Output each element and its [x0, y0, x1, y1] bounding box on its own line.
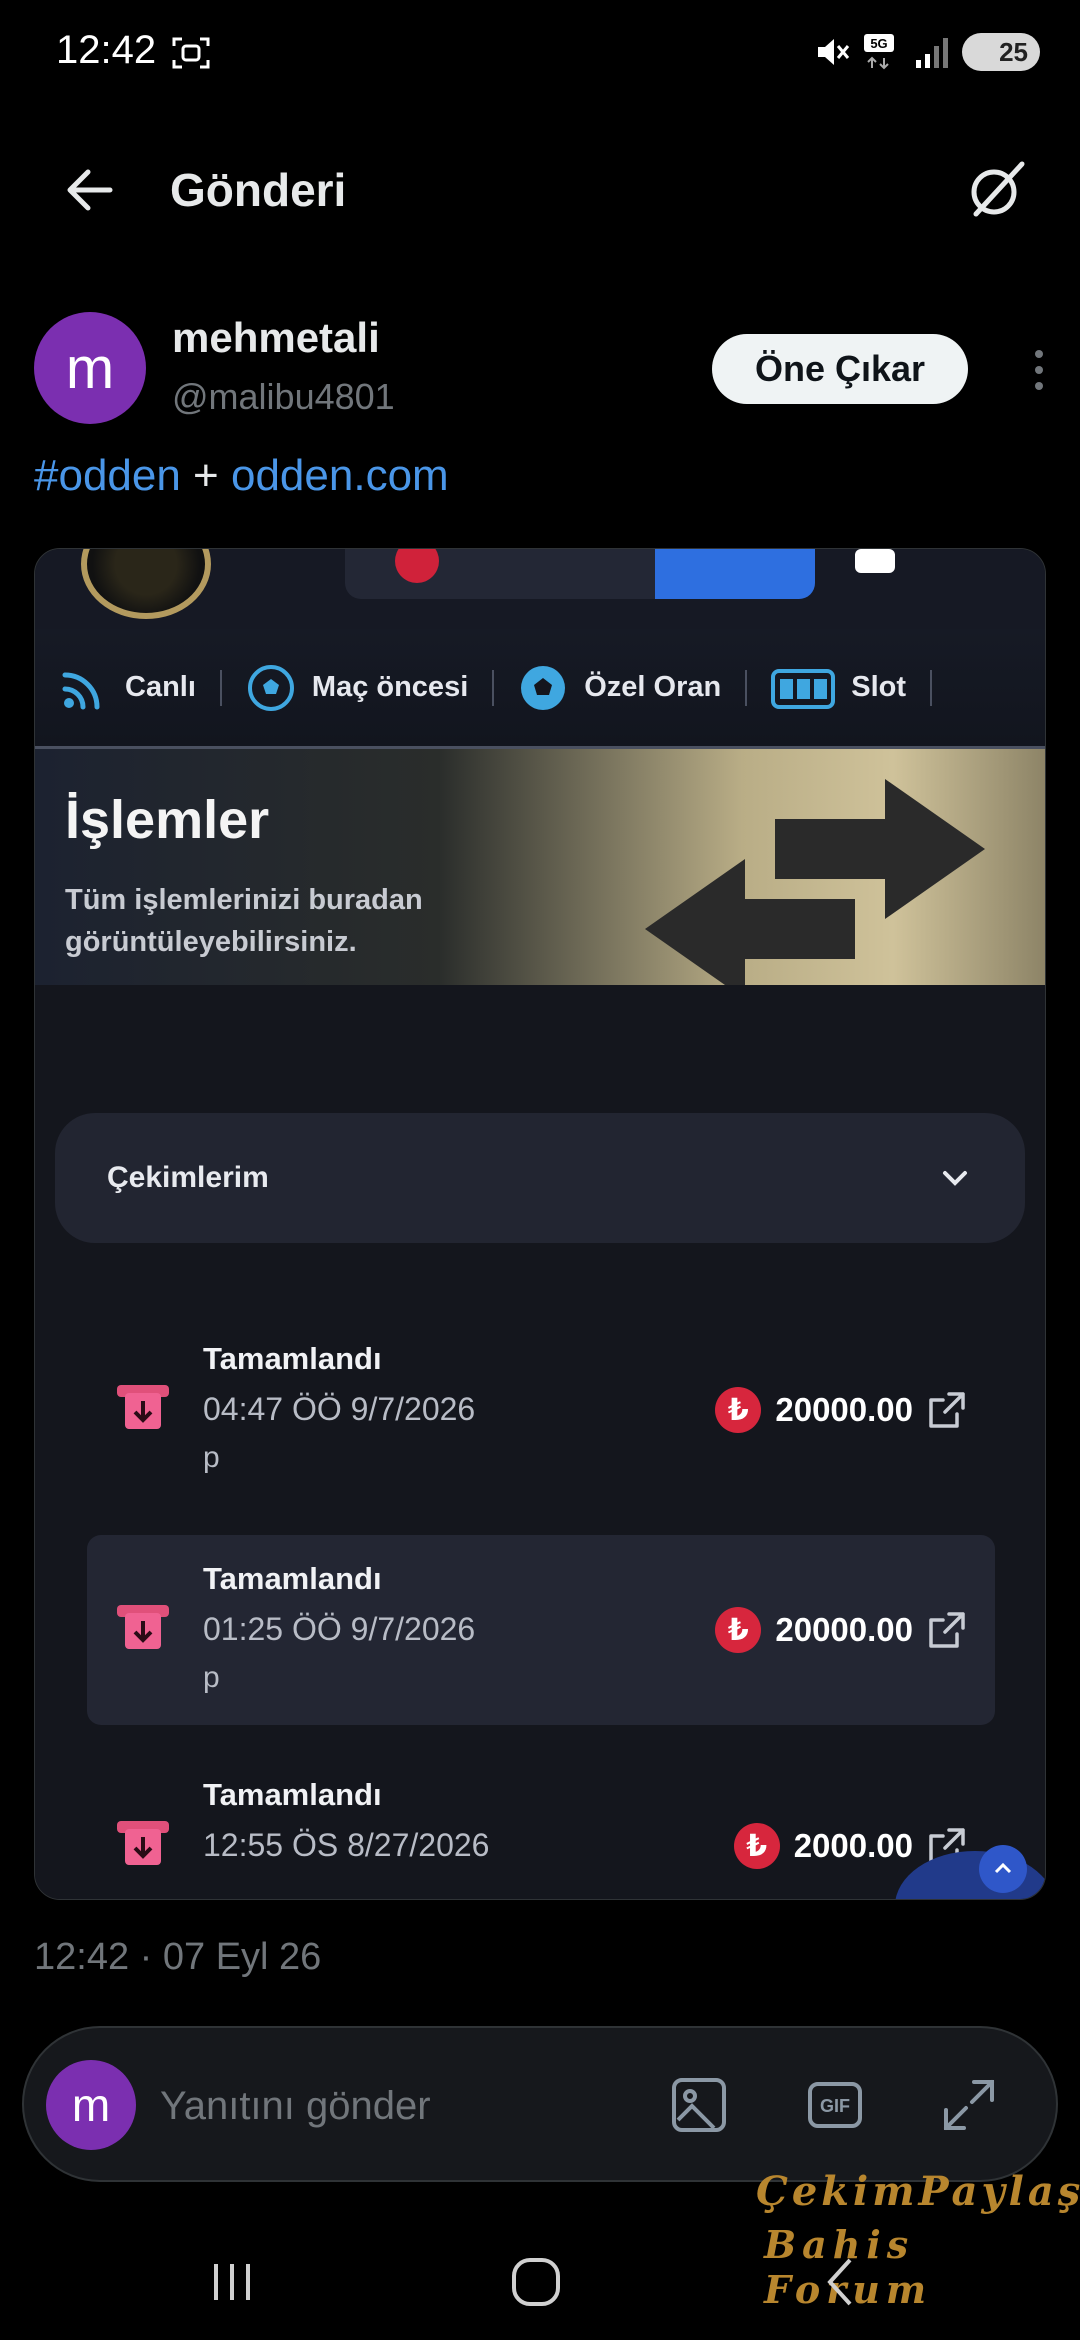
nav-label: Slot — [851, 671, 907, 703]
transaction-amount: 2000.00 — [793, 1827, 913, 1864]
screenshot-icon — [172, 37, 210, 69]
soccer-ball-icon — [247, 664, 294, 711]
expand-icon[interactable] — [938, 2074, 1000, 2136]
avatar[interactable]: m — [34, 312, 146, 424]
transactions-banner: İşlemler Tüm işlemlerinizi buradan görün… — [35, 749, 1045, 985]
roulette-logo — [81, 549, 211, 619]
home-icon[interactable] — [504, 2250, 568, 2314]
transaction-note: p — [203, 1441, 220, 1474]
external-link-icon — [929, 1392, 965, 1428]
transaction-date: 01:25 ÖÖ 9/7/2026 — [203, 1611, 476, 1647]
battery-level: 25 — [999, 36, 1028, 67]
app-header: Gönderi — [0, 130, 1080, 250]
withdrawals-section: Çekimlerim Tamamlandı 04:47 ÖÖ 9/7/2026 … — [35, 985, 1045, 1899]
post-image[interactable]: Canlı Maç öncesi Özel Oran Slot İşlemler… — [34, 548, 1046, 1900]
dropdown-label: Çekimlerim — [107, 1161, 269, 1194]
website-link[interactable]: odden.com — [231, 451, 449, 500]
transaction-note: p — [203, 1661, 220, 1694]
page-title: Gönderi — [170, 164, 347, 216]
more-options-icon[interactable] — [1032, 348, 1046, 392]
live-broadcast-icon — [62, 672, 100, 709]
system-nav-bar — [0, 2210, 1080, 2340]
post-timestamp: 12:42 · 07 Eyl 26 — [34, 1936, 322, 1978]
slot-machine-icon — [771, 668, 836, 709]
image-icon[interactable] — [668, 2074, 730, 2136]
watermark-line1: ÇekimPaylaş — [756, 2168, 1080, 2215]
author-handle[interactable]: @malibu4801 — [172, 376, 395, 418]
hashtag-link[interactable]: #odden — [34, 451, 181, 500]
site-nav: Canlı Maç öncesi Özel Oran Slot — [35, 629, 1045, 749]
transaction-row: Tamamlandı 04:47 ÖÖ 9/7/2026 p ₺ 20000.0… — [87, 1315, 995, 1505]
lira-icon: ₺ — [715, 1387, 762, 1433]
svg-text:GIF: GIF — [820, 2096, 850, 2116]
chevron-up-icon — [994, 1862, 1012, 1874]
reply-input[interactable] — [160, 2076, 620, 2136]
status-bar: 12:42 5G 25 — [0, 0, 1080, 110]
site-toggle — [855, 549, 895, 573]
nav-item-live: Canlı — [35, 629, 220, 746]
transaction-row: Tamamlandı 01:25 ÖÖ 9/7/2026 p ₺ 20000.0… — [87, 1535, 995, 1725]
banner-subtitle: Tüm işlemlerinizi buradan görüntüleyebil… — [65, 884, 423, 958]
nav-item-prematch: Maç öncesi — [222, 629, 492, 746]
deposit-button — [655, 549, 815, 599]
nav-label: Maç öncesi — [311, 671, 469, 703]
svg-text:5G: 5G — [870, 36, 887, 51]
grok-icon[interactable] — [964, 158, 1028, 222]
transaction-row: Tamamlandı 12:55 ÖS 8/27/2026 ₺ 2000.00 — [87, 1751, 995, 1899]
nav-item-special-odds: Özel Oran — [494, 629, 745, 746]
external-link-icon — [929, 1612, 965, 1648]
transaction-date: 12:55 ÖS 8/27/2026 — [203, 1827, 490, 1863]
nav-label: Özel Oran — [584, 671, 722, 703]
post-text-plus: + — [180, 451, 231, 500]
lira-icon: ₺ — [733, 1823, 780, 1869]
lira-icon: ₺ — [715, 1607, 762, 1653]
status-icons: 5G 25 — [812, 32, 1040, 72]
recent-apps-icon[interactable] — [200, 2250, 264, 2314]
transaction-amount-group: ₺ 20000.00 — [715, 1607, 967, 1653]
withdraw-icon — [117, 1821, 169, 1865]
banner-title: İşlemler — [65, 790, 270, 850]
chevron-down-icon — [943, 1171, 967, 1186]
transaction-amount-group: ₺ 20000.00 — [715, 1387, 967, 1433]
nav-item-slot: Slot — [747, 629, 930, 746]
withdraw-icon — [117, 1385, 169, 1429]
status-time: 12:42 — [56, 28, 157, 72]
author-name[interactable]: mehmetali — [172, 314, 380, 362]
reply-avatar: m — [46, 2060, 136, 2150]
soccer-ball-icon — [521, 665, 566, 710]
transaction-date: 04:47 ÖÖ 9/7/2026 — [203, 1391, 476, 1427]
promote-button[interactable]: Öne Çıkar — [712, 334, 968, 404]
site-topbar — [35, 549, 1045, 629]
withdraw-icon — [117, 1605, 169, 1649]
exchange-arrows-icon — [645, 779, 985, 985]
transaction-amount: 20000.00 — [775, 1391, 913, 1428]
network-5g-icon: 5G — [864, 34, 894, 70]
gif-icon[interactable]: GIF — [804, 2074, 866, 2136]
nav-label: Canlı — [125, 671, 196, 703]
post-text: #odden + odden.com — [34, 448, 449, 504]
signal-icon — [916, 38, 948, 68]
mute-icon — [818, 39, 850, 65]
back-nav-icon[interactable] — [810, 2250, 874, 2314]
battery-indicator: 25 — [962, 33, 1040, 71]
transaction-status: Tamamlandı — [203, 1341, 382, 1376]
transaction-status: Tamamlandı — [203, 1561, 382, 1596]
transaction-amount: 20000.00 — [775, 1611, 913, 1648]
transaction-status: Tamamlandı — [203, 1777, 382, 1812]
scroll-to-top-button — [979, 1845, 1027, 1893]
post-author: m mehmetali @malibu4801 Öne Çıkar — [0, 308, 1080, 438]
withdrawals-dropdown: Çekimlerim — [55, 1113, 1025, 1243]
nav-divider — [930, 669, 933, 706]
back-arrow-icon[interactable] — [60, 160, 120, 220]
reply-composer: m GIF — [22, 2026, 1058, 2182]
